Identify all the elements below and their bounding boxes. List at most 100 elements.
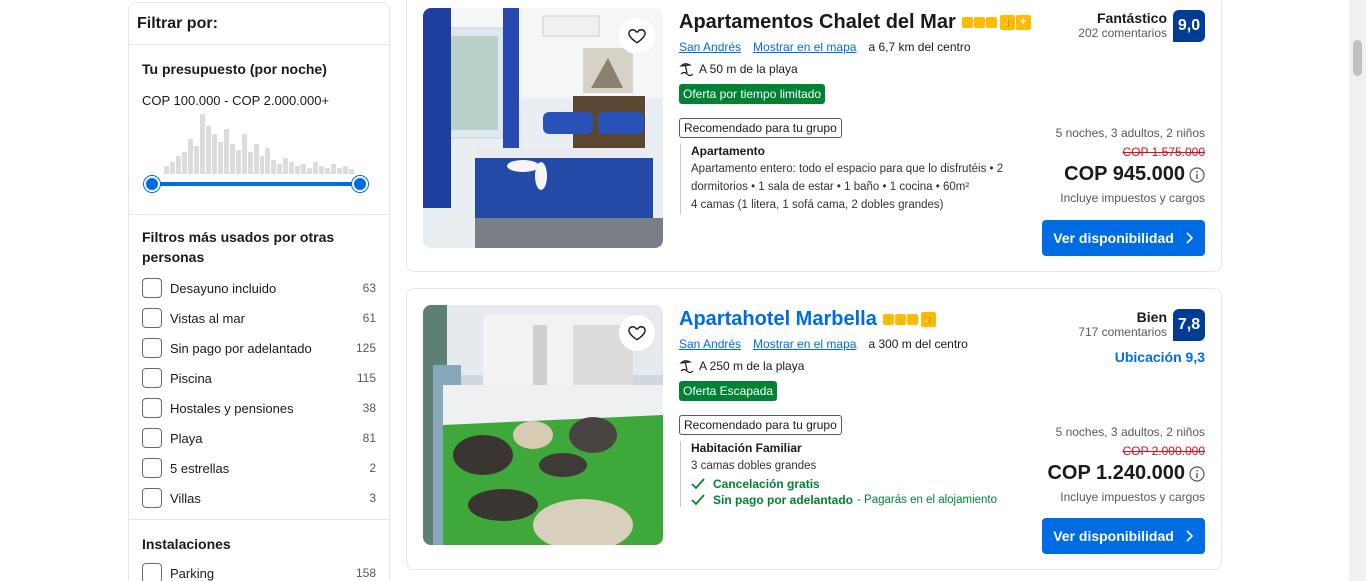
slider-min-handle[interactable] [144, 176, 160, 192]
star-icon [906, 313, 918, 325]
budget-section: Tu presupuesto (por noche) COP 100.000 -… [129, 45, 389, 215]
beach-distance-text: A 250 m de la playa [699, 359, 805, 373]
histogram-bar [313, 162, 319, 174]
histogram-bar [271, 160, 277, 174]
stay-summary: 5 noches, 3 adultos, 2 niños [1055, 425, 1205, 439]
review-summary[interactable]: Bien 717 comentarios 7,8 Ubicación 9,3 [1078, 309, 1205, 365]
filter-label: 5 estrellas [170, 460, 230, 476]
popular-filters-heading: Filtros más usados por otras personas [142, 229, 335, 265]
review-summary[interactable]: Fantástico 202 comentarios 9,0 [1078, 10, 1205, 42]
show-on-map-link[interactable]: Mostrar en el mapa [753, 337, 856, 351]
histogram-bar [265, 148, 271, 174]
tax-note: Incluye impuestos y cargos [1060, 490, 1205, 504]
see-availability-button[interactable]: Ver disponibilidad [1042, 518, 1205, 554]
property-card[interactable]: Apartahotel Marbella 👍 San Andrés Mostra… [406, 288, 1222, 570]
slider-track [152, 182, 360, 186]
histogram-bar [205, 126, 211, 174]
thumbs-up-icon: 👍 [999, 14, 1015, 30]
histogram-bar [235, 150, 241, 174]
rating-block: Fantástico 202 comentarios 9,0 [1078, 10, 1205, 42]
checkbox[interactable] [142, 428, 162, 448]
checkbox[interactable] [142, 308, 162, 328]
save-favorite-button[interactable] [619, 315, 655, 351]
cta-label: Ver disponibilidad [1053, 230, 1174, 246]
area-link[interactable]: San Andrés [679, 337, 741, 351]
checkbox[interactable] [142, 398, 162, 418]
location-score: Ubicación 9,3 [1114, 349, 1205, 365]
filter-count: 2 [369, 461, 376, 475]
area-link[interactable]: San Andrés [679, 40, 741, 54]
stay-summary: 5 noches, 3 adultos, 2 niños [1055, 126, 1205, 140]
distance-text: a 6,7 km del centro [868, 40, 971, 54]
budget-heading: Tu presupuesto (por noche) [142, 61, 327, 77]
histogram-bar [229, 144, 235, 174]
checkbox[interactable] [142, 458, 162, 478]
property-photo[interactable] [423, 305, 663, 545]
histogram-bar [241, 134, 247, 174]
filter-option[interactable]: 5 estrellas 2 [142, 453, 376, 483]
histogram-bar [164, 166, 169, 174]
popular-filters-list: Desayuno incluido 63 Vistas al mar 61 Sin pa… [142, 273, 376, 513]
checkbox[interactable] [142, 338, 162, 358]
scrollbar-thumb[interactable] [1353, 40, 1362, 76]
filter-count: 81 [362, 431, 376, 445]
perk-sub-label: - Pagarás en el alojamiento [857, 494, 998, 506]
price-slider[interactable] [144, 174, 368, 194]
star-icon [894, 313, 906, 325]
filter-count: 38 [362, 401, 376, 415]
property-card[interactable]: Apartamentos Chalet del Mar 👍 + San Andr… [406, 0, 1222, 272]
histogram-bar [193, 146, 199, 174]
histogram-bar [259, 156, 265, 174]
deal-badge: Oferta Escapada [679, 381, 778, 401]
rating-block: Bien 717 comentarios 7,8 [1078, 309, 1205, 341]
original-price: COP 2.000.000 [1122, 444, 1205, 458]
beach-distance-text: A 50 m de la playa [699, 62, 798, 76]
filter-option[interactable]: Parking 158 [142, 558, 376, 581]
unit-beds: 4 camas (1 litera, 1 sofá cama, 2 dobles… [691, 199, 944, 211]
histogram-bar [169, 162, 175, 174]
info-icon[interactable] [1189, 166, 1205, 183]
deal-badge: Oferta por tiempo limitado [679, 84, 826, 104]
filter-option[interactable]: Hostales y pensiones 38 [142, 393, 376, 423]
location-row: San Andrés Mostrar en el mapa a 6,7 km d… [679, 40, 1205, 54]
slider-max-handle[interactable] [352, 176, 368, 192]
filter-option[interactable]: Vistas al mar 61 [142, 303, 376, 333]
filter-option[interactable]: Piscina 115 [142, 363, 376, 393]
filter-title: Filtrar por: [129, 3, 389, 45]
checkbox[interactable] [142, 563, 162, 581]
page-scrollbar[interactable] [1349, 0, 1366, 581]
distance-text: a 300 m del centro [868, 337, 968, 351]
filter-option[interactable]: Playa 81 [142, 423, 376, 453]
histogram-bar [283, 158, 289, 174]
checkbox[interactable] [142, 368, 162, 388]
recommended-badge: Recomendado para tu grupo [679, 118, 842, 138]
property-photo[interactable] [423, 8, 663, 248]
unit-beds: 3 camas dobles grandes [691, 460, 817, 472]
see-availability-button[interactable]: Ver disponibilidad [1042, 220, 1205, 256]
star-icon [985, 16, 997, 28]
filter-count: 125 [355, 341, 376, 355]
heart-icon [628, 29, 646, 44]
property-name[interactable]: Apartahotel Marbella [679, 308, 877, 331]
facilities-heading: Instalaciones [142, 536, 231, 552]
save-favorite-button[interactable] [619, 18, 655, 54]
info-icon[interactable] [1189, 465, 1205, 482]
price-histogram [164, 114, 354, 174]
histogram-bar [277, 164, 283, 174]
show-on-map-link[interactable]: Mostrar en el mapa [753, 40, 856, 54]
filter-option[interactable]: Desayuno incluido 63 [142, 273, 376, 303]
filter-label: Piscina [170, 370, 212, 386]
histogram-bar [217, 142, 223, 174]
filter-label: Parking [170, 565, 215, 581]
property-name[interactable]: Apartamentos Chalet del Mar [679, 11, 956, 34]
filter-label: Hostales y pensiones [170, 400, 294, 416]
histogram-bar [319, 166, 325, 174]
histogram-bar [295, 166, 301, 174]
recommended-badge: Recomendado para tu grupo [679, 415, 842, 435]
histogram-bar [301, 164, 307, 174]
filter-option[interactable]: Sin pago por adelantado 125 [142, 333, 376, 363]
filter-option[interactable]: Villas 3 [142, 483, 376, 513]
checkbox[interactable] [142, 278, 162, 298]
checkbox[interactable] [142, 488, 162, 508]
histogram-bar [187, 139, 193, 174]
